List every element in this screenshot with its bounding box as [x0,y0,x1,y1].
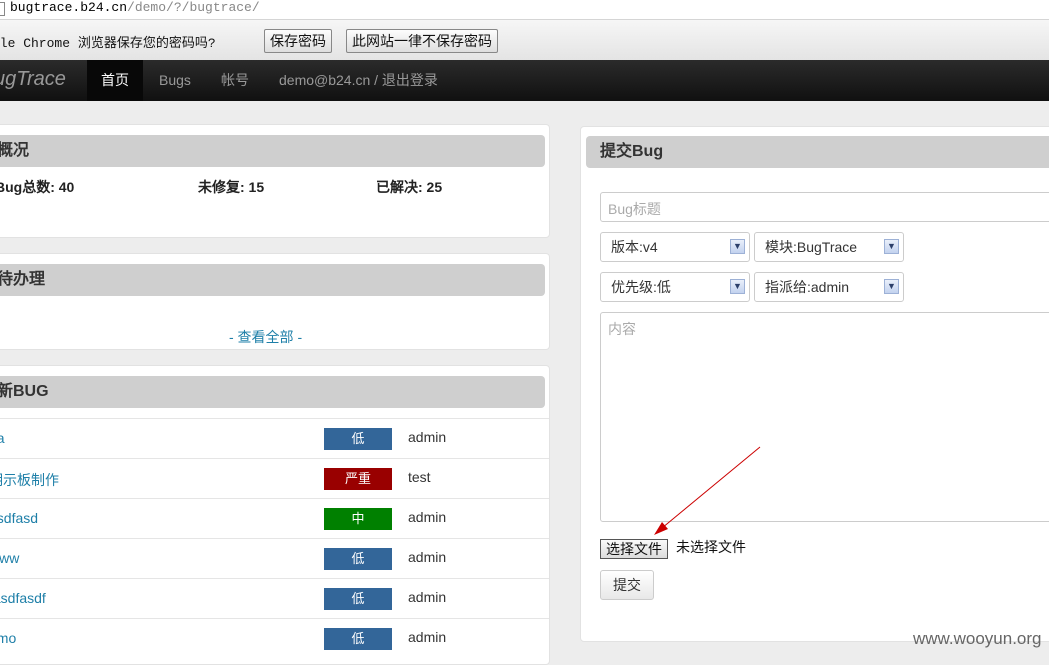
priority-badge: 低 [324,548,392,570]
bug-owner: admin [408,509,447,525]
top-navbar: ugTrace 首页 Bugs 帐号 demo@b24.cn / 退出登录 [0,60,1049,101]
bug-title-input[interactable]: Bug标题 [600,192,1049,222]
annotation-arrow [654,446,761,535]
submit-bug-title: 提交Bug [586,136,1049,168]
version-select-value: 版本:v4 [611,239,658,255]
latest-bugs-panel: 新BUG aa低admin明示板制作严重testasdfasd中adminwww… [0,365,550,665]
assignee-select-value: 指派给:admin [765,279,850,295]
save-password-button[interactable]: 保存密码 [264,29,332,53]
chevron-down-icon: ▼ [730,279,745,294]
bug-row: asdfasd 中 admin [0,498,549,539]
todo-title: 待办理 [0,264,545,296]
module-select[interactable]: 模块:BugTrace ▼ [754,232,904,262]
bug-title-link[interactable]: fasdfasdf [0,590,46,606]
page-icon [0,2,5,16]
address-bar[interactable]: bugtrace.b24.cn/demo/?/bugtrace/ [0,0,1049,20]
bug-row: fasdfasdf 低 admin [0,578,549,619]
bug-owner: admin [408,549,447,565]
overview-title: 概况 [0,135,545,167]
priority-badge: 低 [324,628,392,650]
brand-logo[interactable]: ugTrace [0,68,66,91]
submit-button[interactable]: 提交 [600,570,654,600]
bug-title-link[interactable]: emo [0,630,16,646]
infobar-message: gle Chrome 浏览器保存您的密码吗? [0,36,216,51]
nav-item-account[interactable]: 帐号 [221,60,249,101]
bug-owner: admin [408,429,447,445]
todo-panel: 待办理 - 查看全部 - [0,253,550,350]
stat-total: Bug总数: 40 [0,179,75,195]
bug-row: emo 低 admin [0,618,549,659]
bug-row: 明示板制作 严重 test [0,458,549,499]
password-infobar: gle Chrome 浏览器保存您的密码吗? 保存密码 此网站一律不保存密码 [0,20,1049,61]
priority-select-value: 优先级:低 [611,279,671,295]
file-status: 未选择文件 [676,539,746,555]
bug-owner: admin [408,629,447,645]
chevron-down-icon: ▼ [884,239,899,254]
module-select-value: 模块:BugTrace [765,239,858,255]
never-save-password-button[interactable]: 此网站一律不保存密码 [346,29,498,53]
priority-select[interactable]: 优先级:低 ▼ [600,272,750,302]
priority-badge: 低 [324,588,392,610]
choose-file-button[interactable]: 选择文件 [600,539,668,559]
bug-row: aa 低 admin [0,418,549,459]
bug-title-link[interactable]: asdfasd [0,510,38,526]
bug-owner: admin [408,589,447,605]
url-host: bugtrace.b24.cn [10,0,128,15]
bug-owner: test [408,469,431,485]
nav-item-home[interactable]: 首页 [87,60,143,101]
bug-title-link[interactable]: aa [0,430,5,446]
assignee-select[interactable]: 指派给:admin ▼ [754,272,904,302]
watermark: www.wooyun.org [913,629,1042,648]
priority-badge: 低 [324,428,392,450]
stat-resolved: 已解决: 25 [376,179,443,195]
url-text[interactable]: bugtrace.b24.cn/demo/?/bugtrace/ [10,0,260,16]
nav-item-bugs[interactable]: Bugs [159,60,191,101]
nav-user-logout[interactable]: demo@b24.cn / 退出登录 [279,60,438,101]
priority-badge: 严重 [324,468,392,490]
stat-unfixed: 未修复: 15 [198,179,265,195]
chevron-down-icon: ▼ [730,239,745,254]
priority-badge: 中 [324,508,392,530]
bug-row: www 低 admin [0,538,549,579]
bug-title-link[interactable]: 明示板制作 [0,470,59,490]
overview-panel: 概况 Bug总数: 40 未修复: 15 已解决: 25 [0,124,550,238]
latest-bugs-title: 新BUG [0,376,545,408]
url-path: /demo/?/bugtrace/ [127,0,260,15]
chevron-down-icon: ▼ [884,279,899,294]
view-all-link[interactable]: - 查看全部 - [229,327,302,347]
bug-title-link[interactable]: www [0,550,19,566]
version-select[interactable]: 版本:v4 ▼ [600,232,750,262]
